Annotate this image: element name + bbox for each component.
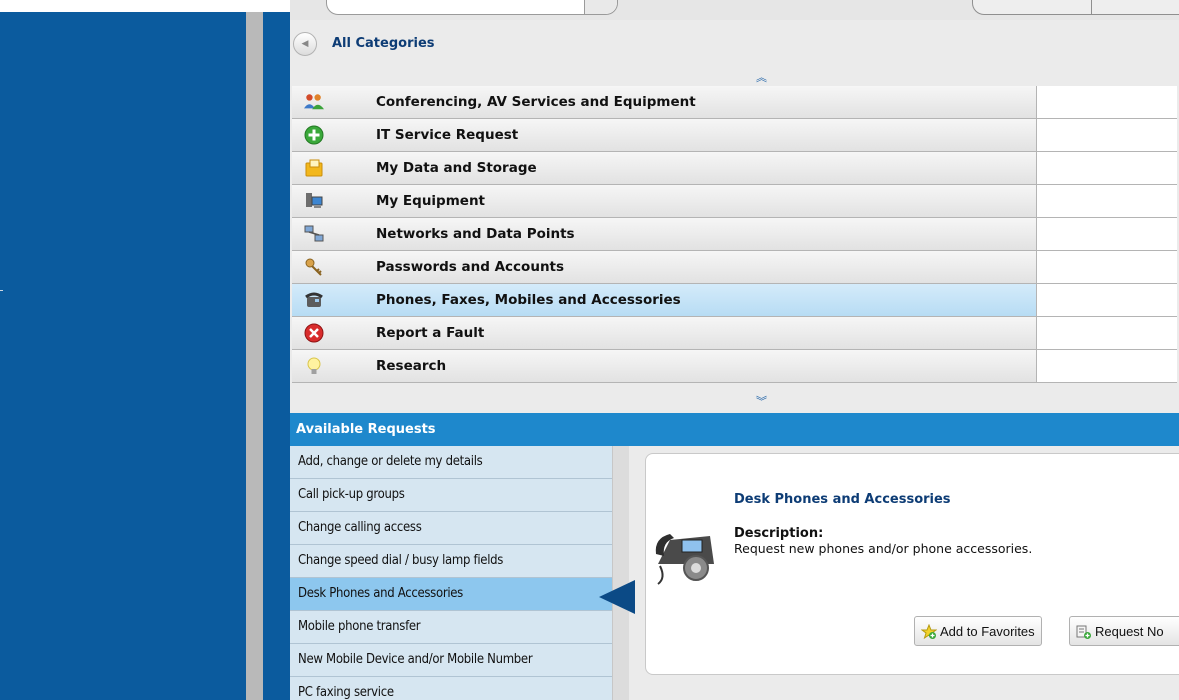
add-to-favorites-button[interactable]: Add to Favorites [914, 616, 1042, 646]
category-row[interactable]: Passwords and Accounts [292, 251, 1177, 284]
category-label: Networks and Data Points [376, 226, 575, 242]
category-label: IT Service Request [376, 127, 519, 143]
request-list-scrollbar[interactable] [612, 446, 629, 700]
category-label: Passwords and Accounts [376, 259, 565, 275]
request-title: Desk Phones and Accessories [734, 492, 951, 507]
top-toolbar [290, 0, 1179, 20]
splitter-bar[interactable] [246, 12, 263, 700]
scroll-down-button[interactable]: ︾ [290, 390, 1179, 410]
scroll-up-button[interactable]: ︽ [290, 66, 1179, 86]
folder-icon [304, 158, 324, 178]
description-label: Description: [734, 526, 824, 541]
category-label: Research [376, 358, 447, 374]
available-requests-title: Available Requests [296, 422, 436, 437]
red-x-icon [304, 323, 324, 343]
request-list: Add, change or delete my details Call pi… [290, 446, 612, 700]
category-list: Conferencing, AV Services and Equipment … [292, 86, 1177, 383]
selection-pointer-icon [599, 580, 635, 614]
category-row[interactable]: My Equipment [292, 185, 1177, 218]
category-label: Phones, Faxes, Mobiles and Accessories [376, 292, 681, 308]
request-item[interactable]: Add, change or delete my details [290, 446, 612, 479]
search-button[interactable] [584, 0, 617, 14]
request-item-label: Add, change or delete my details [298, 454, 483, 469]
main-panel: ◀ All Categories ︽ Conferencing, AV Serv… [290, 0, 1179, 700]
request-item-label: New Mobile Device and/or Mobile Number [298, 652, 533, 667]
request-item[interactable]: Call pick-up groups [290, 479, 612, 512]
all-categories-bar: ◀ All Categories [290, 28, 1179, 60]
request-item-label: Change calling access [298, 520, 422, 535]
star-add-icon [921, 624, 937, 640]
toggle-divider [1091, 0, 1092, 14]
desk-phone-icon [655, 534, 714, 585]
request-now-button[interactable]: Request No [1069, 616, 1179, 646]
add-to-favorites-label: Add to Favorites [940, 624, 1035, 639]
request-item-label: Call pick-up groups [298, 487, 405, 502]
request-now-label: Request No [1095, 624, 1164, 639]
category-label: My Data and Storage [376, 160, 537, 176]
request-item[interactable]: New Mobile Device and/or Mobile Number [290, 644, 612, 677]
request-item[interactable]: PC faxing service [290, 677, 612, 700]
description-text: Request new phones and/or phone accessor… [734, 541, 1033, 556]
back-arrow-icon: ◀ [301, 39, 309, 49]
category-row[interactable]: Research [292, 350, 1177, 383]
category-row[interactable]: Conferencing, AV Services and Equipment [292, 86, 1177, 119]
request-item[interactable]: Change speed dial / busy lamp fields [290, 545, 612, 578]
category-row[interactable]: Report a Fault [292, 317, 1177, 350]
request-item[interactable]: Mobile phone transfer [290, 611, 612, 644]
request-item-label: Change speed dial / busy lamp fields [298, 553, 504, 568]
green-plus-icon [304, 125, 324, 145]
computer-icon [304, 191, 324, 211]
left-background-panel [0, 12, 246, 700]
phone-icon [304, 290, 324, 310]
left-panel-mark [0, 290, 3, 291]
view-toggle[interactable] [972, 0, 1179, 15]
category-row[interactable]: IT Service Request [292, 119, 1177, 152]
category-row[interactable]: Networks and Data Points [292, 218, 1177, 251]
people-icon [304, 92, 324, 112]
double-chevron-up-icon: ︽ [756, 71, 767, 84]
side-frame [263, 12, 290, 700]
available-requests-header: Available Requests [290, 413, 1179, 446]
request-item-label: PC faxing service [298, 685, 394, 700]
keys-icon [304, 257, 324, 277]
category-row[interactable]: My Data and Storage [292, 152, 1177, 185]
request-item-label: Mobile phone transfer [298, 619, 421, 634]
request-icon [1076, 625, 1091, 639]
search-input[interactable] [326, 0, 618, 15]
request-detail-card: Desk Phones and Accessories Description:… [645, 453, 1179, 675]
request-item-selected[interactable]: Desk Phones and Accessories [290, 578, 612, 611]
category-label: My Equipment [376, 193, 486, 209]
category-label: Conferencing, AV Services and Equipment [376, 94, 696, 110]
network-icon [304, 224, 324, 244]
double-chevron-down-icon: ︾ [756, 395, 767, 408]
category-label: Report a Fault [376, 325, 485, 341]
request-item-label: Desk Phones and Accessories [298, 586, 463, 601]
request-item[interactable]: Change calling access [290, 512, 612, 545]
back-button[interactable]: ◀ [293, 32, 317, 56]
all-categories-link[interactable]: All Categories [332, 36, 435, 51]
lightbulb-icon [304, 356, 324, 376]
category-row-selected[interactable]: Phones, Faxes, Mobiles and Accessories [292, 284, 1177, 317]
